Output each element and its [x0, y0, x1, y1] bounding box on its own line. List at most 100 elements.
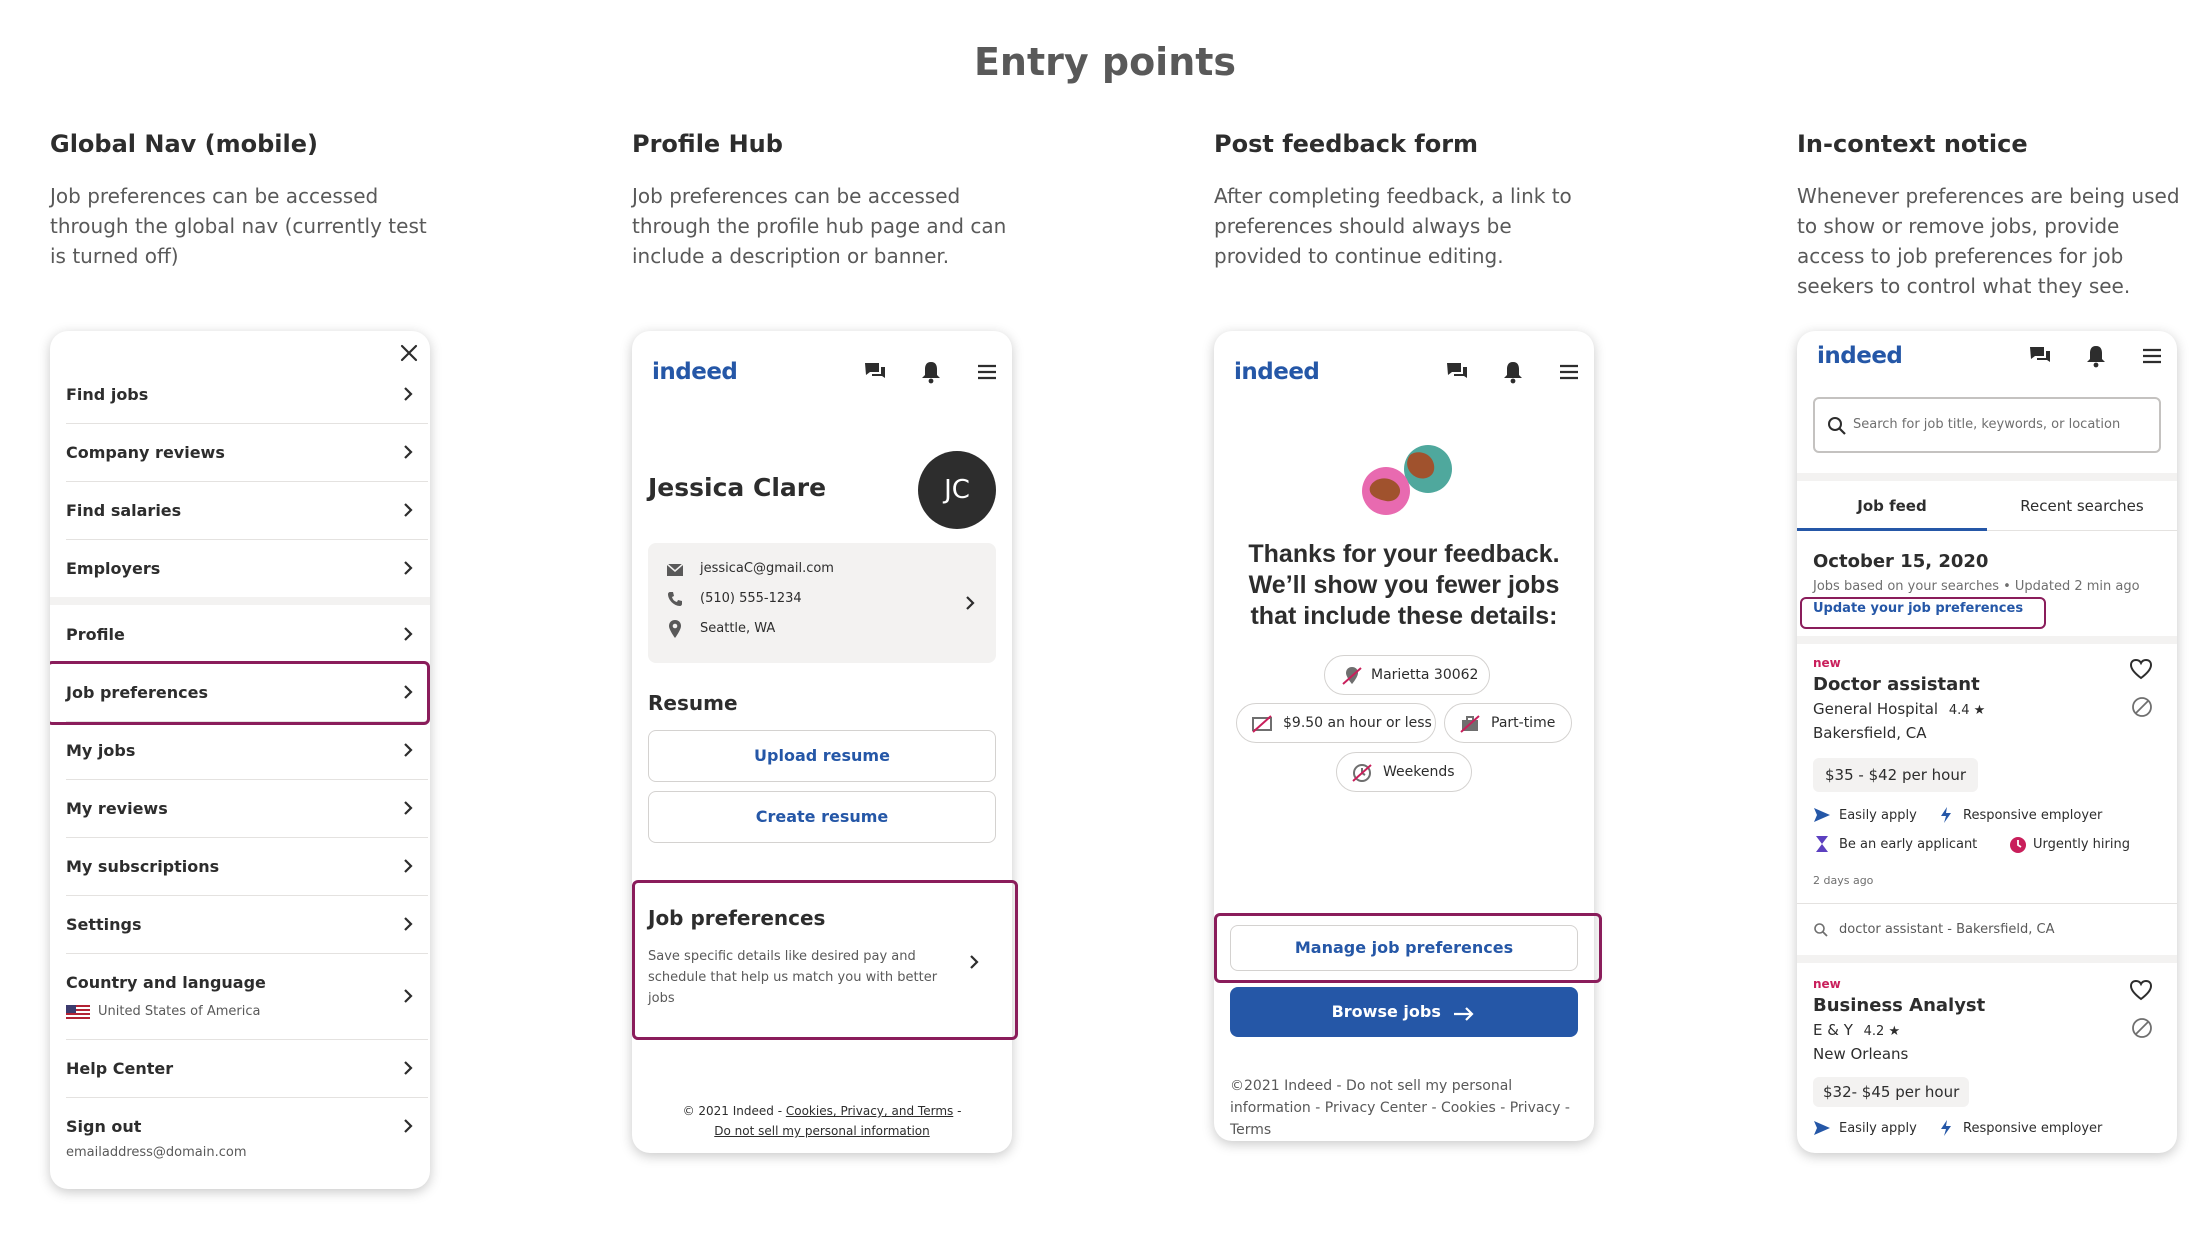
- hamburger-menu-icon[interactable]: [2139, 343, 2165, 369]
- notifications-bell-icon[interactable]: [2083, 343, 2109, 369]
- create-resume-button[interactable]: Create resume: [648, 791, 996, 843]
- new-badge: new: [1813, 977, 1841, 991]
- footer-copyright: © 2021 Indeed -: [682, 1104, 786, 1118]
- excluded-schedule-icon: [1352, 764, 1372, 782]
- chevron-right-icon: [404, 627, 413, 641]
- resume-heading: Resume: [648, 691, 738, 715]
- job-title[interactable]: Doctor assistant: [1813, 674, 1980, 695]
- chip-label: $9.50 an hour or less: [1283, 715, 1432, 731]
- easily-apply-icon: [1814, 808, 1830, 822]
- nav-item-my-subscriptions[interactable]: My subscriptions: [66, 837, 428, 896]
- chevron-right-icon: [404, 561, 413, 575]
- job-salary: $32- $45 per hour: [1813, 1077, 1970, 1107]
- tab-recent-searches[interactable]: Recent searches: [1987, 481, 2177, 531]
- nav-item-label: Company reviews: [66, 443, 225, 462]
- nav-item-find-jobs[interactable]: Find jobs: [66, 365, 428, 424]
- footer-link-cookies[interactable]: Cookies, Privacy, and Terms: [786, 1104, 953, 1118]
- nav-item-sign-out[interactable]: Sign out emailaddress@domain.com: [66, 1097, 428, 1183]
- feedback-phone: indeed Thanks for your feedback. We’ll s…: [1214, 331, 1594, 1141]
- close-icon[interactable]: [399, 343, 419, 363]
- job-title[interactable]: Business Analyst: [1813, 995, 1985, 1016]
- nav-item-company-reviews[interactable]: Company reviews: [66, 423, 428, 482]
- notifications-bell-icon[interactable]: [1500, 359, 1526, 385]
- company-name: E & Y: [1813, 1021, 1853, 1039]
- job-company: E & Y 4.2 ★: [1813, 1021, 1900, 1039]
- chevron-right-icon: [404, 1061, 413, 1075]
- browse-jobs-button[interactable]: Browse jobs: [1230, 987, 1578, 1037]
- upload-resume-button[interactable]: Upload resume: [648, 730, 996, 782]
- footer-link-do-not-sell[interactable]: Do not sell my personal information: [632, 1121, 1012, 1141]
- job-search-input[interactable]: Search for job title, keywords, or locat…: [1813, 397, 2161, 453]
- contact-email: jessicaC@gmail.com: [700, 561, 834, 576]
- filter-chip-job-type[interactable]: Part-time: [1444, 703, 1572, 743]
- profile-name: Jessica Clare: [648, 473, 827, 502]
- lightning-icon: [1941, 807, 1951, 823]
- not-interested-icon[interactable]: [2131, 696, 2153, 718]
- section-divider: [1797, 636, 2177, 644]
- nav-item-label: Country and language: [66, 973, 266, 992]
- job-salary: $35 - $42 per hour: [1813, 758, 1979, 792]
- messages-icon[interactable]: [2027, 343, 2053, 369]
- nav-item-label: Help Center: [66, 1059, 174, 1078]
- us-flag-icon: [66, 1005, 90, 1019]
- heart-save-icon[interactable]: [2129, 658, 2153, 680]
- filter-chip-pay[interactable]: $9.50 an hour or less: [1236, 703, 1436, 743]
- filter-chip-location[interactable]: Marietta 30062: [1324, 655, 1490, 695]
- tag-urgently-hiring: Urgently hiring: [2033, 837, 2130, 852]
- urgent-clock-icon: [2010, 837, 2026, 853]
- tag-responsive-employer: Responsive employer: [1963, 1121, 2103, 1136]
- avatar[interactable]: JC: [918, 451, 996, 529]
- tag-easily-apply: Easily apply: [1839, 1121, 1917, 1136]
- chevron-right-icon: [404, 387, 413, 401]
- notifications-bell-icon[interactable]: [918, 359, 944, 385]
- nav-section-divider: [50, 597, 430, 605]
- heart-save-icon[interactable]: [2129, 979, 2153, 1001]
- easily-apply-icon: [1814, 1121, 1830, 1135]
- chevron-right-icon: [404, 801, 413, 815]
- nav-item-help-center[interactable]: Help Center: [66, 1039, 428, 1098]
- excluded-job-type-icon: [1460, 715, 1480, 733]
- column-title-incontext: In-context notice: [1797, 130, 2028, 158]
- tab-job-feed[interactable]: Job feed: [1797, 481, 1987, 531]
- email-icon: [666, 563, 684, 576]
- indeed-logo[interactable]: indeed: [652, 359, 738, 385]
- nav-item-country-language[interactable]: Country and language United States of Am…: [66, 953, 428, 1040]
- messages-icon[interactable]: [862, 359, 888, 385]
- column-description-profile-hub: Job preferences can be accessed through …: [632, 184, 1007, 268]
- nav-item-my-reviews[interactable]: My reviews: [66, 779, 428, 838]
- messages-icon[interactable]: [1444, 359, 1470, 385]
- hamburger-menu-icon[interactable]: [1556, 359, 1582, 385]
- indeed-logo[interactable]: indeed: [1234, 359, 1320, 385]
- chevron-right-icon: [404, 743, 413, 757]
- search-placeholder: Search for job title, keywords, or locat…: [1853, 417, 2121, 432]
- job-posted-age: 2 days ago: [1813, 874, 1874, 887]
- nav-item-employers[interactable]: Employers: [66, 539, 428, 597]
- nav-item-profile[interactable]: Profile: [66, 605, 428, 664]
- hamburger-menu-icon[interactable]: [974, 359, 1000, 385]
- tag-easily-apply: Easily apply: [1839, 808, 1917, 823]
- tag-responsive-employer: Responsive employer: [1963, 808, 2103, 823]
- browse-jobs-label: Browse jobs: [1331, 1002, 1441, 1021]
- indeed-logo[interactable]: indeed: [1817, 343, 1903, 369]
- company-rating: 4.4 ★: [1948, 703, 1986, 718]
- contact-info-card[interactable]: jessicaC@gmail.com (510) 555-1234 Seattl…: [648, 543, 996, 663]
- tag-early-applicant: Be an early applicant: [1839, 837, 1978, 852]
- not-interested-icon[interactable]: [2131, 1017, 2153, 1039]
- search-icon: [1828, 417, 1846, 435]
- contact-location: Seattle, WA: [700, 621, 776, 636]
- job-location: Bakersfield, CA: [1813, 724, 1927, 742]
- chevron-right-icon: [404, 917, 413, 931]
- filter-chip-schedule[interactable]: Weekends: [1336, 752, 1472, 792]
- location-pin-icon: [669, 620, 681, 638]
- nav-item-settings[interactable]: Settings: [66, 895, 428, 954]
- nav-item-find-salaries[interactable]: Find salaries: [66, 481, 428, 540]
- recent-search-link[interactable]: doctor assistant - Bakersfield, CA: [1797, 903, 2177, 956]
- chip-label: Part-time: [1491, 715, 1556, 731]
- job-card[interactable]: new Doctor assistant General Hospital 4.…: [1797, 644, 2177, 904]
- job-company: General Hospital 4.4 ★: [1813, 700, 1985, 718]
- nav-item-sublabel: emailaddress@domain.com: [66, 1145, 247, 1160]
- nav-item-my-jobs[interactable]: My jobs: [66, 721, 428, 780]
- job-card[interactable]: new Business Analyst E & Y 4.2 ★ New Orl…: [1797, 963, 2177, 1153]
- nav-item-label: Employers: [66, 559, 161, 578]
- nav-item-label: Sign out: [66, 1117, 142, 1136]
